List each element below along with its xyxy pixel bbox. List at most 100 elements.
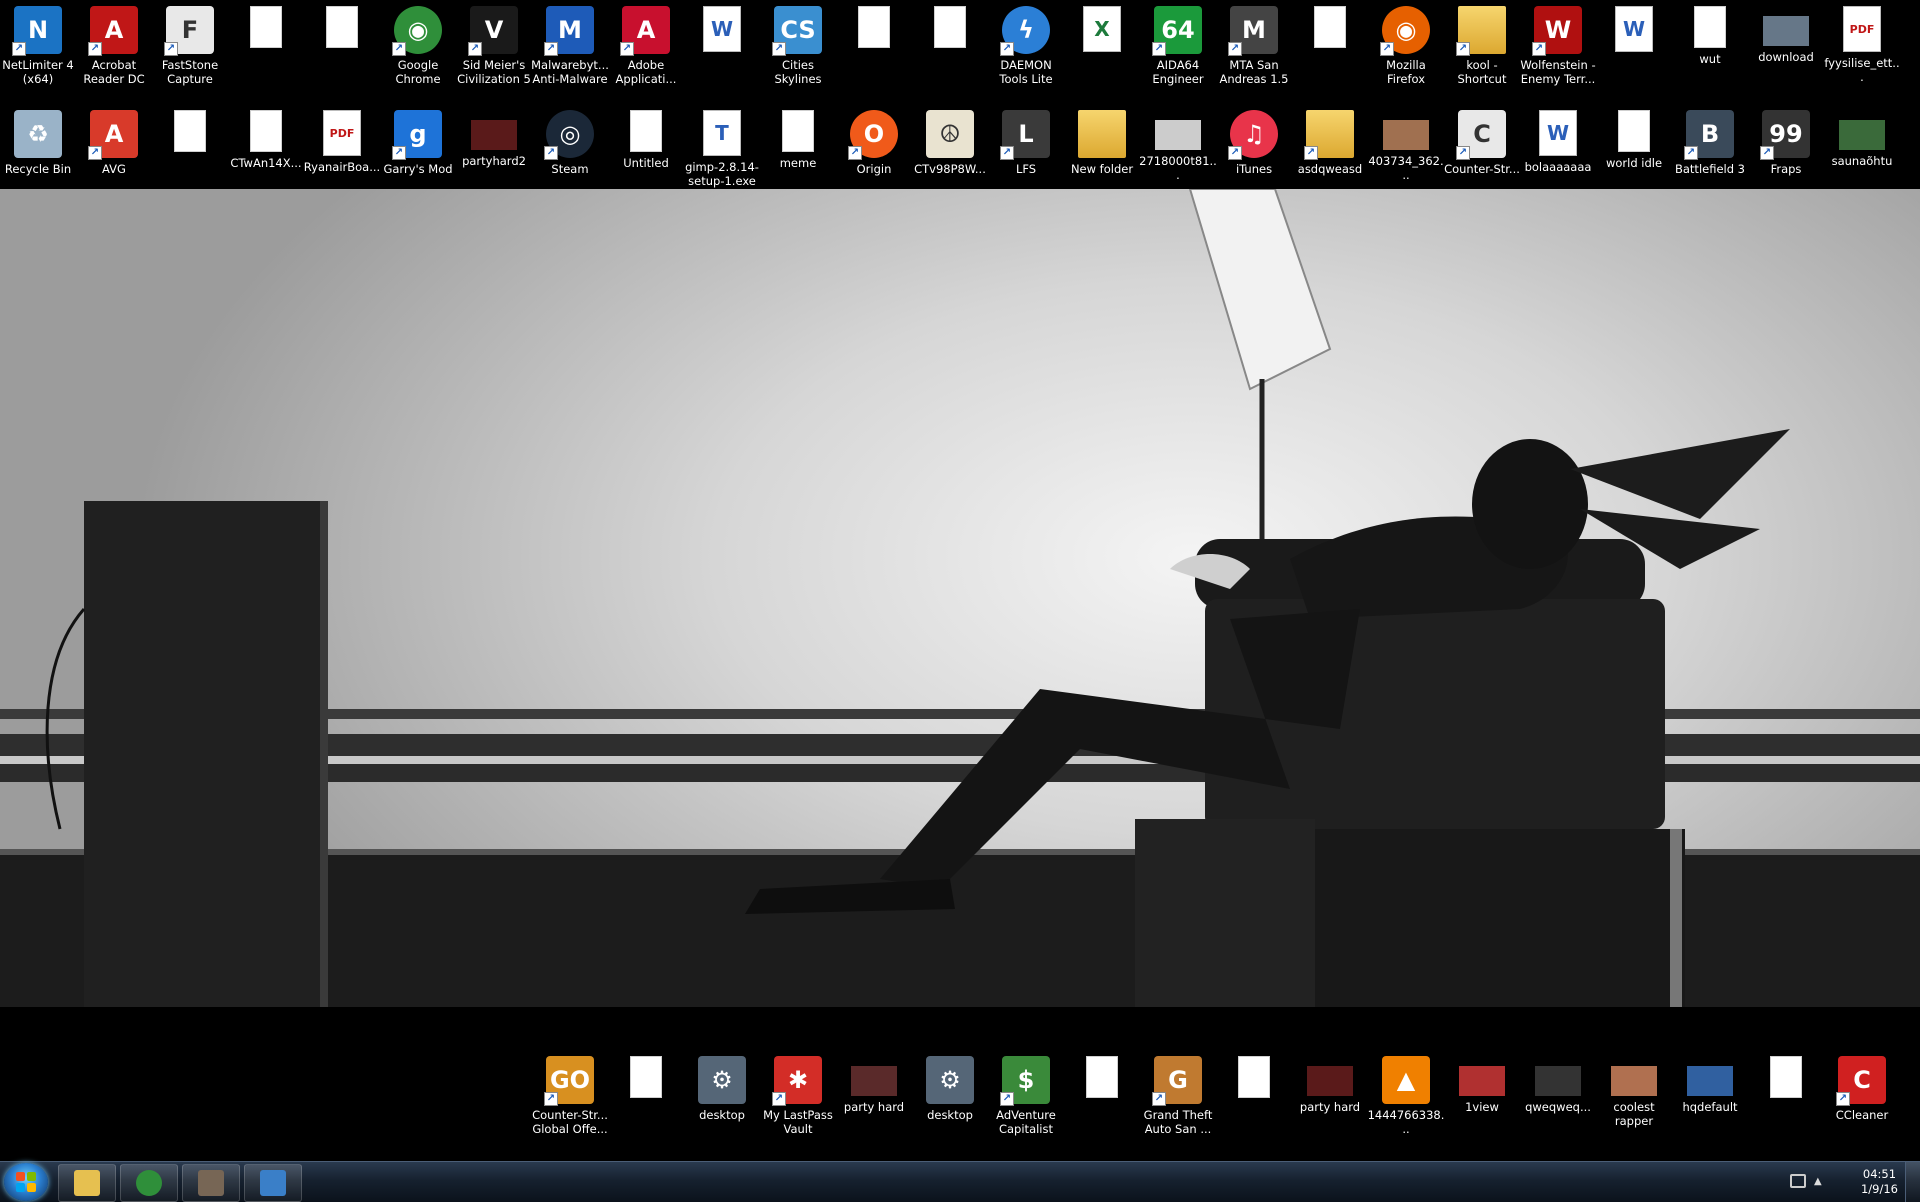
desktop-icon-label: bolaaaaaaa xyxy=(1524,160,1592,174)
desktop-icon[interactable]: ◎ ↗ Steam xyxy=(532,104,608,200)
vlc-icon: ▲ xyxy=(1382,1056,1430,1104)
desktop-icon[interactable]: C ↗ CCleaner xyxy=(1824,1050,1900,1146)
desktop-icon[interactable]: ☮ CTv98P8W... xyxy=(912,104,988,200)
start-button[interactable] xyxy=(4,1163,48,1201)
desktop-icon[interactable]: 403734_362... xyxy=(1368,104,1444,200)
taskbar-button[interactable] xyxy=(120,1164,178,1202)
desktop-icon[interactable]: 2718000t81... xyxy=(1139,104,1217,200)
desktop-icon[interactable]: ◉ ↗ Mozilla Firefox xyxy=(1368,0,1444,96)
desktop-icon[interactable]: GO ↗ Counter-Str... Global Offe... xyxy=(532,1050,608,1146)
desktop-icon[interactable]: ♻ Recycle Bin xyxy=(0,104,76,200)
desktop-icon[interactable]: ✱ ↗ My LastPass Vault xyxy=(760,1050,836,1146)
desktop-icon[interactable]: saunaõhtu xyxy=(1824,104,1900,200)
desktop-icon-label: NetLimiter 4 (x64) xyxy=(2,58,74,86)
desktop-icon[interactable] xyxy=(836,0,912,96)
desktop-icon[interactable]: 99 ↗ Fraps xyxy=(1748,104,1824,200)
desktop-icon[interactable]: 1view xyxy=(1444,1050,1520,1146)
desktop-icon-label: DAEMON Tools Lite xyxy=(999,58,1053,86)
desktop-icon[interactable]: ↗ kool - Shortcut xyxy=(1444,0,1520,96)
desktop-icon-label: Fraps xyxy=(1770,162,1802,176)
taskbar-button[interactable] xyxy=(182,1164,240,1202)
desktop-icon[interactable]: N ↗ NetLimiter 4 (x64) xyxy=(0,0,76,96)
desktop-icon[interactable]: ϟ ↗ DAEMON Tools Lite xyxy=(988,0,1064,96)
desktop-icon-label: hqdefault xyxy=(1682,1100,1738,1114)
desktop-icon[interactable]: A ↗ Acrobat Reader DC xyxy=(76,0,152,96)
network-icon[interactable] xyxy=(1790,1174,1806,1188)
desktop-icon[interactable]: qweqweq... xyxy=(1520,1050,1596,1146)
desktop-icon[interactable] xyxy=(1216,1050,1292,1146)
desktop-icon[interactable]: V ↗ Sid Meier's Civilization 5 xyxy=(456,0,532,96)
desktop-icon[interactable]: 64 ↗ AIDA64 Engineer xyxy=(1140,0,1216,96)
desktop-icon[interactable]: CTwAn14X... xyxy=(228,104,304,200)
shortcut-arrow-icon: ↗ xyxy=(12,42,26,56)
show-desktop-button[interactable] xyxy=(1905,1162,1920,1202)
desktop-icon[interactable]: hqdefault xyxy=(1672,1050,1748,1146)
desktop-icon[interactable]: New folder xyxy=(1064,104,1140,200)
desktop-icon[interactable]: CS ↗ Cities Skylines xyxy=(760,0,836,96)
taskbar-button[interactable] xyxy=(244,1164,302,1202)
desktop-icon[interactable] xyxy=(152,104,228,200)
desktop-icon[interactable]: L ↗ LFS xyxy=(988,104,1064,200)
word-document-icon: W xyxy=(1539,110,1577,156)
desktop-icon[interactable]: coolest rapper xyxy=(1596,1050,1672,1146)
desktop-icon[interactable]: ⚙ desktop xyxy=(912,1050,988,1146)
show-hidden-icons-icon[interactable]: ▲ xyxy=(1814,1176,1822,1187)
desktop-icon[interactable]: $ ↗ AdVenture Capitalist xyxy=(988,1050,1064,1146)
desktop-icon[interactable] xyxy=(304,0,380,96)
desktop-icon[interactable]: Untitled xyxy=(608,104,684,200)
desktop-icon[interactable]: download xyxy=(1748,0,1824,96)
desktop-icon[interactable]: world idle xyxy=(1596,104,1672,200)
desktop-icon[interactable]: X xyxy=(1064,0,1140,96)
taskbar-button[interactable] xyxy=(58,1164,116,1202)
desktop-icon-label: wut xyxy=(1699,52,1721,66)
desktop-icon[interactable]: G ↗ Grand Theft Auto San ... xyxy=(1140,1050,1216,1146)
desktop-icon[interactable]: W xyxy=(684,0,760,96)
desktop-icon[interactable]: ⚙ desktop xyxy=(684,1050,760,1146)
avg-icon: A ↗ xyxy=(88,110,138,160)
desktop-icon[interactable] xyxy=(1064,1050,1140,1146)
desktop-icon[interactable] xyxy=(1292,0,1368,96)
desktop-icon[interactable] xyxy=(912,0,988,96)
desktop-icon[interactable]: g ↗ Garry's Mod xyxy=(380,104,456,200)
desktop-icon[interactable]: Tgimp-2.8.14-setup-1.exe xyxy=(684,104,760,200)
photo-thumbnail-icon xyxy=(1687,1066,1733,1096)
desktop-icon[interactable] xyxy=(608,1050,684,1146)
desktop-icon[interactable]: ▲ 1444766338... xyxy=(1368,1050,1444,1146)
clock-time: 04:51 xyxy=(1862,1167,1897,1181)
desktop-icon[interactable]: W xyxy=(1596,0,1672,96)
desktop-icon[interactable]: ↗ asdqweasd xyxy=(1292,104,1368,200)
system-tray: ▲ 04:51 1/9/16 xyxy=(1780,1162,1920,1202)
shortcut-arrow-icon: ↗ xyxy=(848,146,862,160)
desktop-icon[interactable]: wut xyxy=(1672,0,1748,96)
desktop-icon[interactable]: A ↗ AVG xyxy=(76,104,152,200)
desktop-icon[interactable]: PDF fyysilise_ett... xyxy=(1824,0,1900,96)
desktop-icon-label: 2718000t81... xyxy=(1139,154,1217,182)
desktop-icon[interactable]: meme xyxy=(760,104,836,200)
desktop-icon-label: party hard xyxy=(843,1100,905,1114)
desktop-icon[interactable] xyxy=(1748,1050,1824,1146)
desktop-icon[interactable]: M ↗ MTA San Andreas 1.5 xyxy=(1216,0,1292,96)
clock[interactable]: 04:51 1/9/16 xyxy=(1861,1167,1898,1197)
desktop-icon[interactable]: party hard xyxy=(836,1050,912,1146)
blank-file-icon xyxy=(174,110,206,152)
shortcut-arrow-icon: ↗ xyxy=(620,42,634,56)
desktop-icon[interactable]: O ↗ Origin xyxy=(836,104,912,200)
desktop-icon-label: Untitled xyxy=(623,156,669,170)
desktop-icon[interactable]: W ↗ Wolfenstein - Enemy Terr... xyxy=(1520,0,1596,96)
desktop-icon[interactable]: ♫ ↗ iTunes xyxy=(1216,104,1292,200)
desktop-icon[interactable]: Wbolaaaaaaa xyxy=(1520,104,1596,200)
image-file-icon xyxy=(630,110,662,152)
desktop-icon[interactable]: B ↗ Battlefield 3 xyxy=(1672,104,1748,200)
desktop-icon[interactable]: A ↗ Adobe Applicati... xyxy=(608,0,684,96)
shortcut-arrow-icon: ↗ xyxy=(772,42,786,56)
desktop-icon[interactable]: F ↗ FastStone Capture xyxy=(152,0,228,96)
desktop-icon[interactable]: PDF RyanairBoa... xyxy=(304,104,380,200)
adventure-capitalist-icon: $ ↗ xyxy=(1000,1056,1050,1106)
desktop-icon[interactable]: party hard xyxy=(1292,1050,1368,1146)
desktop-icon[interactable]: C ↗ Counter-Str... xyxy=(1444,104,1520,200)
desktop-icon[interactable]: partyhard2 xyxy=(456,104,532,200)
shortcut-arrow-icon: ↗ xyxy=(1760,146,1774,160)
desktop-icon[interactable]: ◉ ↗ Google Chrome xyxy=(380,0,456,96)
desktop-icon[interactable] xyxy=(228,0,304,96)
desktop-icon[interactable]: M ↗ Malwarebyt... Anti-Malware xyxy=(531,0,609,96)
